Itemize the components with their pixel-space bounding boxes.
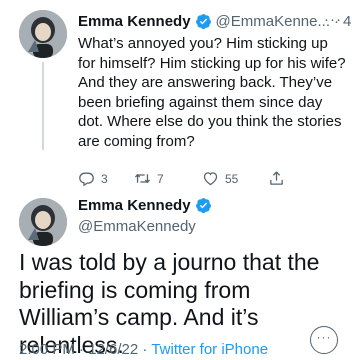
author-name[interactable]: Emma Kennedy <box>78 13 191 30</box>
retweet-count: 7 <box>157 171 164 186</box>
thread-line <box>42 62 44 150</box>
avatar-image <box>19 10 67 58</box>
parent-tweet-header: Emma Kennedy @EmmaKenne... · 4h ··· <box>78 11 352 31</box>
tweet-timestamp[interactable]: 2:00 PM · 12/6/22 · <box>19 341 151 358</box>
tweet-source[interactable]: Twitter for iPhone <box>151 341 268 358</box>
avatar-image <box>19 198 67 246</box>
more-options-button[interactable]: ··· <box>310 326 338 354</box>
reply-button[interactable]: 3 <box>78 170 108 187</box>
parent-tweet-avatar[interactable] <box>19 10 67 58</box>
reply-icon <box>79 172 94 187</box>
retweet-icon <box>134 173 151 184</box>
tweet-time[interactable]: 4h <box>343 13 352 30</box>
reply-count: 3 <box>101 171 108 186</box>
main-tweet-avatar[interactable] <box>19 198 67 246</box>
main-tweet-author: Emma Kennedy <box>78 197 216 214</box>
author-handle[interactable]: @EmmaKenne... <box>216 13 330 30</box>
author-handle[interactable]: @EmmaKennedy <box>78 218 196 235</box>
verified-badge-icon <box>195 13 211 29</box>
more-icon: ··· <box>316 330 332 344</box>
share-icon <box>270 171 283 185</box>
like-count: 55 <box>225 171 239 186</box>
more-icon[interactable]: ··· <box>324 11 342 28</box>
author-name[interactable]: Emma Kennedy <box>78 197 191 214</box>
share-button[interactable] <box>268 170 291 187</box>
verified-badge-icon <box>195 198 211 213</box>
heart-icon <box>203 172 218 186</box>
parent-tweet-actions: 3 7 55 <box>78 170 288 190</box>
parent-tweet-text: What’s annoyed you? Him sticking up for … <box>78 35 346 150</box>
like-button[interactable]: 55 <box>202 170 238 187</box>
tweet-meta: 2:00 PM · 12/6/22 · Twitter for iPhone <box>19 341 268 358</box>
retweet-button[interactable]: 7 <box>134 170 164 187</box>
